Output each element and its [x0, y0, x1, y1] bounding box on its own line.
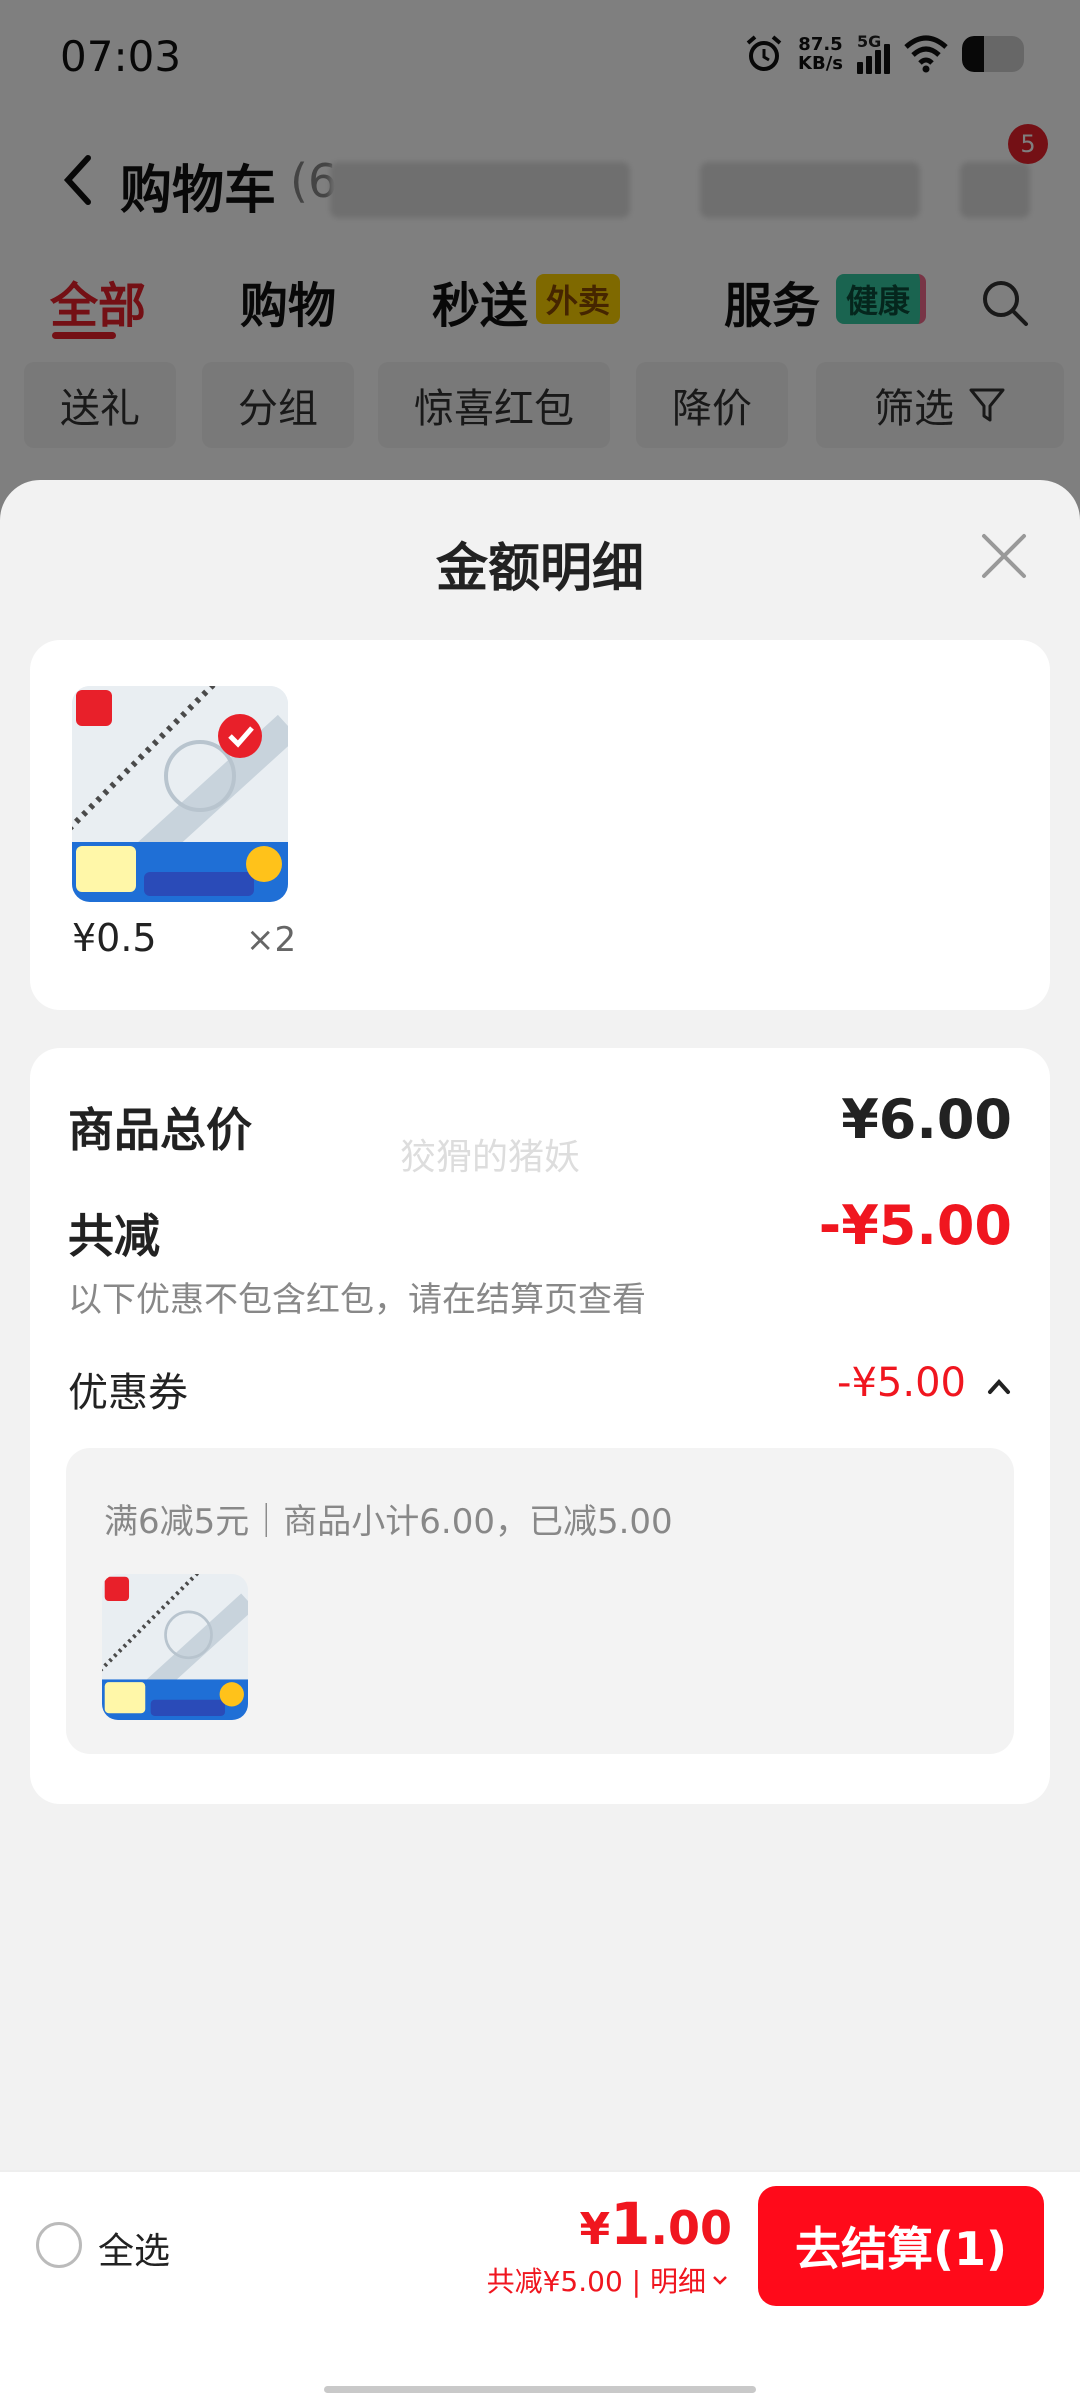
coupon-product-thumbnail [102, 1574, 248, 1720]
discount-note: 以下优惠不包含红包，请在结算页查看 [68, 1280, 646, 1320]
currency-symbol: ¥ [579, 2204, 611, 2255]
watermark: 狡猾的猪妖 [400, 1137, 581, 1178]
checkout-bar: 全选 ¥1.00 共减¥5.00 | 明细 去结算(1) [0, 2170, 1080, 2316]
product-quantity: ×2 [246, 920, 297, 960]
close-icon[interactable] [978, 530, 1030, 582]
coupon-detail-box: 满6减5元｜商品小计6.00，已减5.00 [66, 1448, 1014, 1754]
product-unit-price: ¥0.5 [72, 916, 157, 960]
total-price-integer: 1 [610, 2190, 651, 2258]
product-list-card: ¥0.5 ×2 [30, 640, 1050, 1010]
notebook-product-image [72, 686, 288, 902]
coupon-value: -¥5.00 [837, 1360, 966, 1406]
coupon-detail-text: 满6减5元｜商品小计6.00，已减5.00 [104, 1502, 673, 1542]
home-indicator[interactable] [324, 2386, 756, 2393]
coupon-label: 优惠券 [68, 1370, 188, 1416]
total-price: ¥1.00 [580, 2190, 732, 2258]
total-discount-label: 共减 [68, 1209, 160, 1263]
total-price-cents: .00 [650, 2201, 733, 2255]
chevron-down-icon [713, 2276, 727, 2285]
notebook-product-image [102, 1574, 248, 1720]
price-summary-card: 商品总价 ¥6.00 狡猾的猪妖 共减 -¥5.00 以下优惠不包含红包，请在结… [30, 1048, 1050, 1804]
discount-detail-link[interactable]: 共减¥5.00 | 明细 [487, 2260, 730, 2300]
chevron-up-icon[interactable] [982, 1370, 1016, 1404]
total-discount-value: -¥5.00 [818, 1194, 1012, 1257]
goods-total-value: ¥6.00 [841, 1088, 1012, 1151]
product-thumbnail[interactable] [72, 686, 288, 902]
goods-total-label: 商品总价 [68, 1103, 252, 1157]
gesture-area [0, 2316, 1080, 2400]
checkout-button[interactable]: 去结算(1) [758, 2186, 1044, 2306]
amount-detail-sheet: 金额明细 ¥0.5 ×2 商品总价 ¥6.00 狡猾的猪妖 共减 -¥5.00 … [0, 480, 1080, 2170]
discount-detail-text: 共减¥5.00 | 明细 [486, 2265, 706, 2298]
select-all-checkbox[interactable] [36, 2222, 82, 2268]
sheet-title: 金额明细 [435, 539, 644, 599]
select-all-label[interactable]: 全选 [98, 2222, 170, 2274]
